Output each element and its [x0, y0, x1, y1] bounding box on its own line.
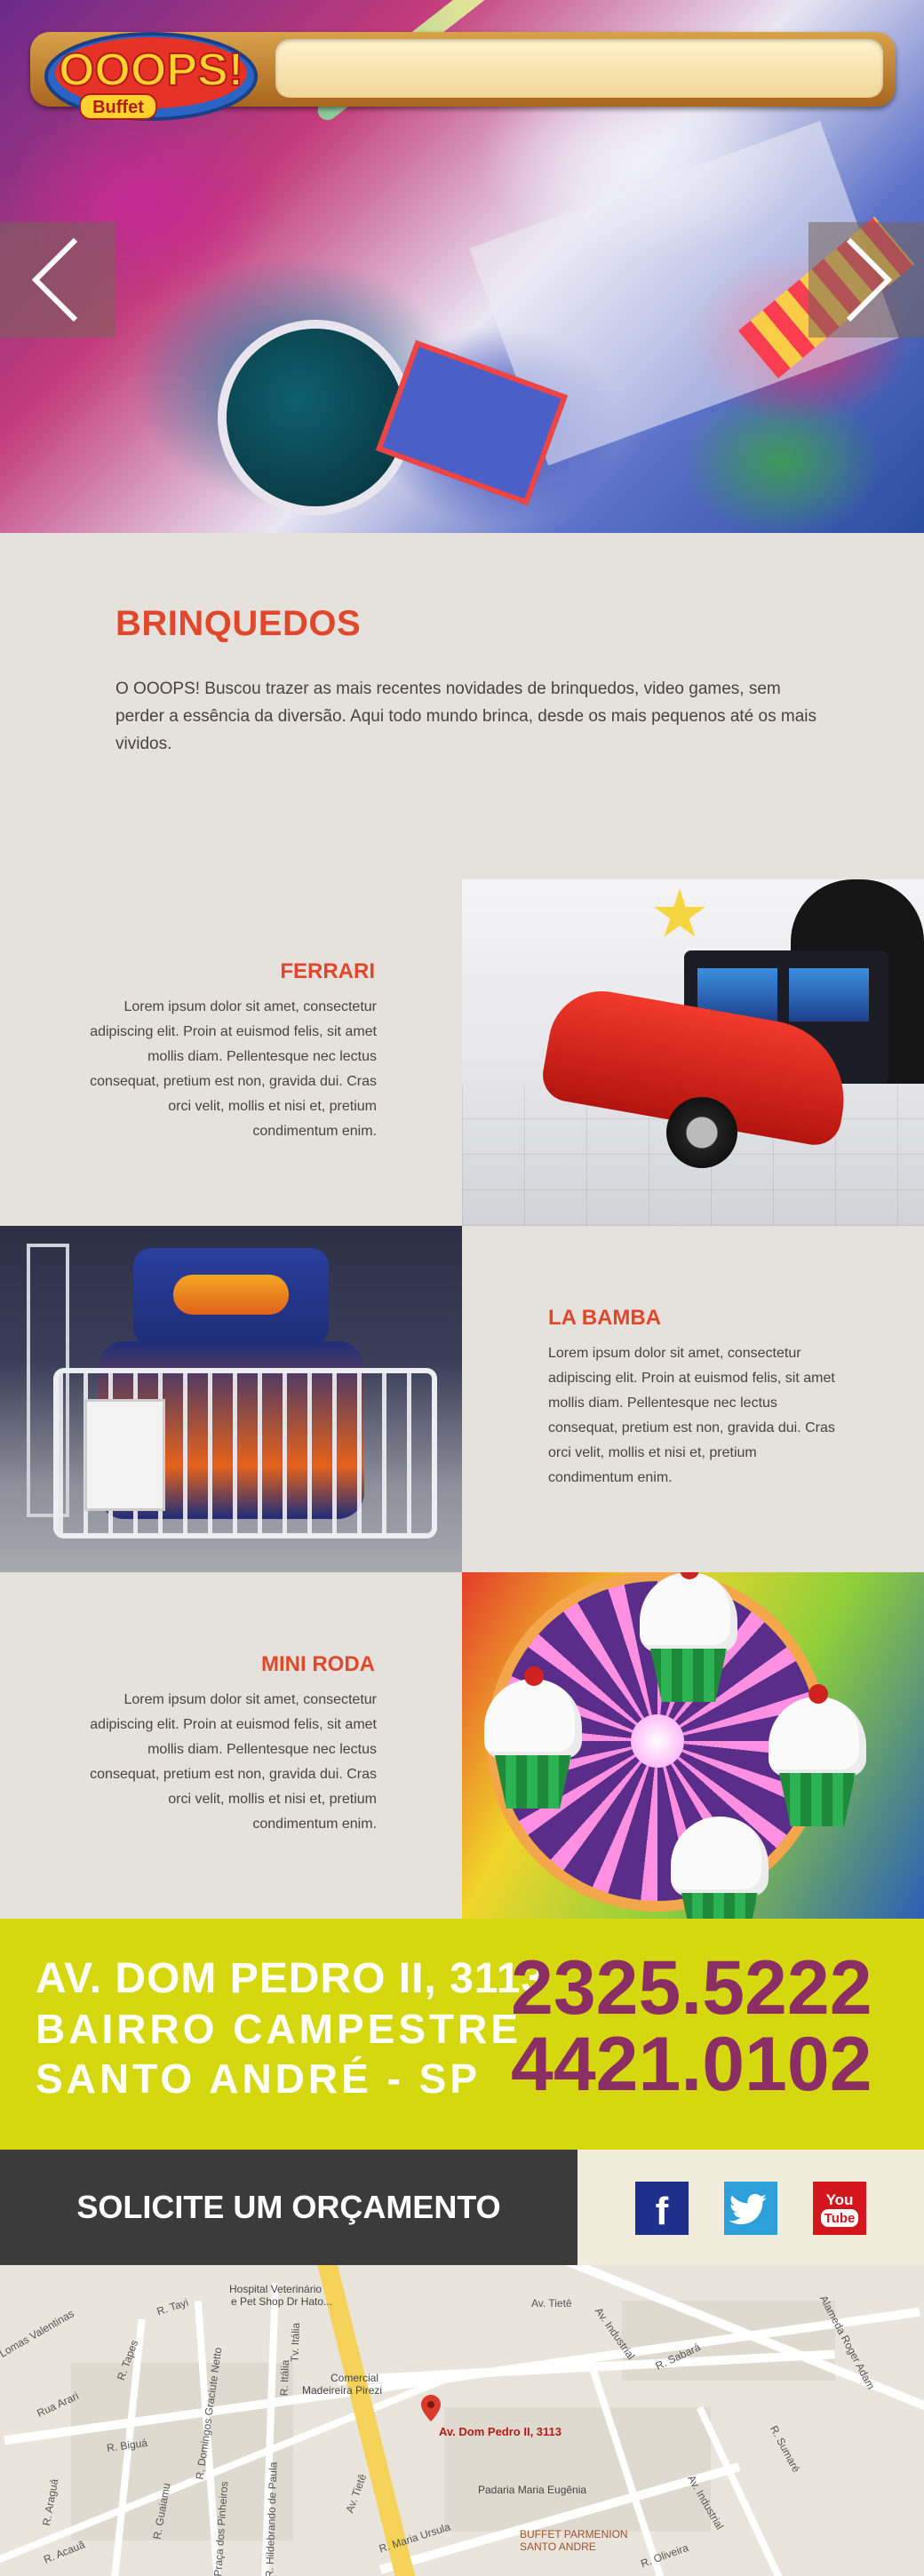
hero-photo-game-pod: [227, 329, 404, 506]
toy-row-mini-roda: MINI RODA Lorem ipsum dolor sit amet, co…: [0, 1572, 924, 1919]
brand-logo[interactable]: OOOPS! Buffet: [44, 21, 268, 126]
request-quote-label: SOLICITE UM ORÇAMENTO: [76, 2189, 501, 2225]
phone-block: 2325.5222 4421.0102: [511, 1950, 872, 2103]
toy-description: Lorem ipsum dolor sit amet, consectetur …: [548, 1346, 835, 1485]
map-label: Comercial: [331, 2372, 379, 2384]
twitter-bird-icon: [729, 2193, 767, 2225]
svg-text:You: You: [826, 2191, 854, 2208]
map-label: R. Sumaré: [768, 2423, 803, 2475]
brand-logo-graphic: OOOPS! Buffet: [44, 32, 258, 121]
facebook-icon: f: [656, 2190, 669, 2233]
map-label: Madeireira Pirezi: [302, 2384, 383, 2397]
phone-number: 2325.5222: [511, 1945, 872, 2031]
map-label: Av. Tietê: [531, 2297, 572, 2310]
toy-title: MINI RODA: [261, 1652, 375, 1676]
youtube-link[interactable]: You Tube: [813, 2182, 866, 2235]
map-pin-label: Av. Dom Pedro II, 3113: [439, 2425, 562, 2438]
toy-photo-mini-roda: [462, 1572, 924, 1919]
map-label: Lomas Valentinas: [0, 2307, 76, 2360]
slider-prev-button[interactable]: [0, 222, 116, 338]
slider-next-button[interactable]: [808, 222, 924, 338]
toy-description: Lorem ipsum dolor sit amet, consectetur …: [90, 999, 377, 1139]
chevron-left-icon: [31, 237, 78, 322]
svg-text:f: f: [656, 2190, 669, 2233]
chevron-right-icon: [846, 237, 893, 322]
facebook-link[interactable]: f: [635, 2182, 689, 2235]
address-block: AV. DOM PEDRO II, 3113 BAIRRO CAMPESTRE …: [36, 1954, 546, 2103]
address-street: AV. DOM PEDRO II, 3113: [36, 1955, 546, 2002]
svg-text:Tube: Tube: [824, 2211, 856, 2226]
map-label: SANTO ANDRE: [520, 2540, 596, 2553]
map-label: Padaria Maria Eugênia: [478, 2484, 587, 2496]
map-label: e Pet Shop Dr Hato...: [231, 2295, 333, 2308]
map-label: R. Itália: [277, 2359, 292, 2397]
location-map[interactable]: Hospital Veterinário e Pet Shop Dr Hato.…: [0, 2265, 924, 2576]
phone-number: 4421.0102: [511, 2022, 872, 2107]
toy-title: FERRARI: [280, 959, 375, 983]
logo-text: OOOPS!: [59, 44, 243, 96]
map-label: BUFFET PARMENION: [520, 2528, 628, 2540]
toy-title: LA BAMBA: [548, 1306, 662, 1330]
map-pin-icon[interactable]: [421, 2395, 441, 2421]
map-label: R. Araguá: [40, 2477, 61, 2527]
header-bar-panel: [275, 39, 883, 98]
map-label: Hospital Veterinário: [229, 2283, 323, 2295]
youtube-icon: You Tube: [821, 2191, 858, 2227]
address-city: SANTO ANDRÉ - SP: [36, 2055, 482, 2102]
map-label: Av. Tietê: [343, 2472, 370, 2515]
toy-row-ferrari: FERRARI Lorem ipsum dolor sit amet, cons…: [0, 879, 924, 1226]
twitter-link[interactable]: [724, 2182, 777, 2235]
section-title: BRINQUEDOS: [116, 604, 362, 643]
section-intro-text: O OOOPS! Buscou trazer as mais recentes …: [116, 680, 816, 753]
map-label: Tv. Itália: [288, 2322, 303, 2363]
toy-photo-la-bamba: [0, 1226, 462, 1572]
map-label: R. Tayi: [155, 2295, 190, 2318]
toy-photo-ferrari: [462, 879, 924, 1226]
toy-description: Lorem ipsum dolor sit amet, consectetur …: [90, 1692, 377, 1832]
address-district: BAIRRO CAMPESTRE: [36, 2006, 522, 2052]
logo-subtext: Buffet: [92, 98, 144, 117]
toy-row-la-bamba: LA BAMBA Lorem ipsum dolor sit amet, con…: [0, 1226, 924, 1572]
